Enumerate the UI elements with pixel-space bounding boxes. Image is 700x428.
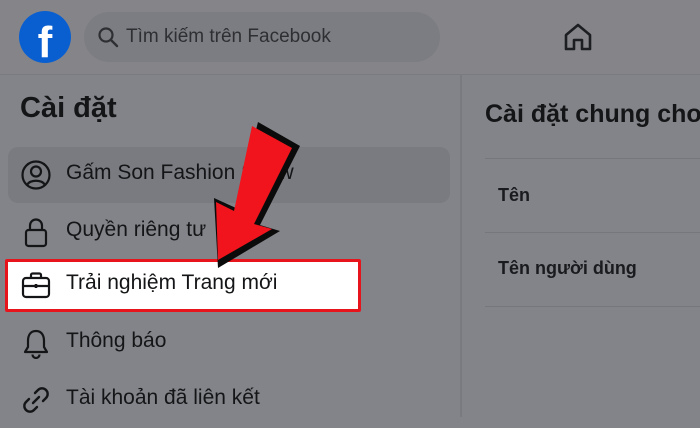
sidebar-item-notifications[interactable]: Thông báo	[8, 315, 450, 371]
setting-row-username[interactable]: Tên người dùng	[498, 258, 637, 279]
top-navigation-bar: f	[0, 0, 700, 75]
lock-icon	[24, 218, 48, 248]
divider	[485, 306, 700, 307]
briefcase-icon	[21, 272, 51, 299]
settings-title: Cài đặt	[20, 92, 117, 124]
facebook-logo-icon[interactable]: f	[19, 11, 71, 67]
sidebar-item-label: Thông báo	[66, 329, 167, 352]
sidebar-item-linked-accounts[interactable]: Tài khoản đã liên kết	[8, 372, 450, 428]
profile-icon	[21, 160, 51, 190]
red-arrow-icon	[214, 122, 300, 268]
panel-title: Cài đặt chung cho	[485, 100, 700, 128]
sidebar-item-label: Trải nghiệm Trang mới	[66, 271, 278, 294]
setting-row-name[interactable]: Tên	[498, 185, 530, 206]
logo-letter: f	[37, 18, 53, 67]
link-icon	[23, 387, 49, 413]
sidebar-item-label: Tài khoản đã liên kết	[66, 386, 260, 409]
sidebar-item-label: Quyền riêng tư	[66, 218, 207, 241]
bell-icon	[23, 329, 49, 359]
divider	[485, 232, 700, 233]
divider	[485, 158, 700, 159]
search-input[interactable]	[126, 12, 426, 62]
search-icon	[98, 27, 119, 48]
home-icon[interactable]	[562, 22, 594, 52]
search-bar[interactable]	[84, 12, 440, 62]
